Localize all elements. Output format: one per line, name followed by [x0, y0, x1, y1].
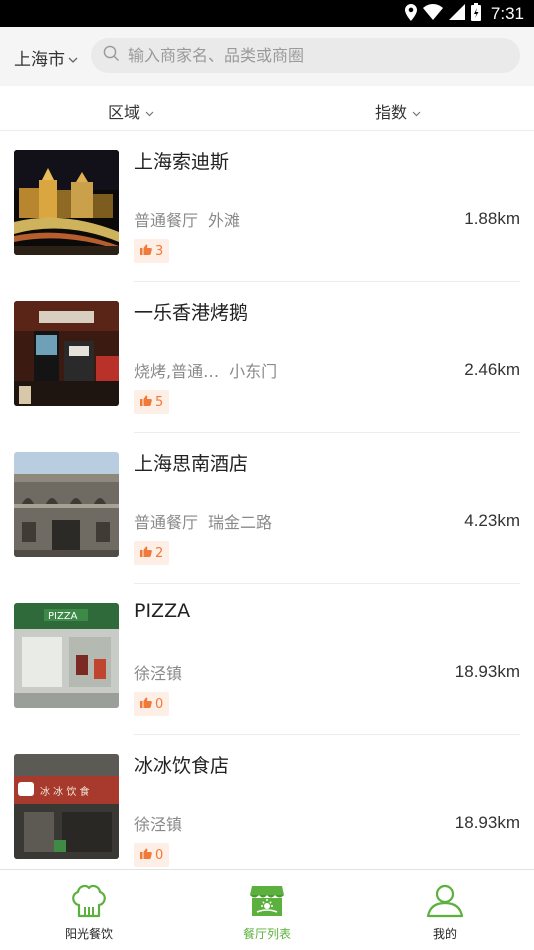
like-count: 2 — [155, 545, 164, 561]
restaurant-name: PIZZA — [134, 600, 191, 622]
list-item[interactable]: 上海思南酒店 普通餐厅 瑞金二路 4.23km 2 — [0, 433, 534, 584]
list-item[interactable]: 一乐香港烤鹅 烧烤,普通… 小东门 2.46km 5 — [0, 282, 534, 433]
restaurant-area: 徐泾镇 — [134, 664, 183, 683]
list-item[interactable]: 上海索迪斯 普通餐厅 外滩 1.88km 3 — [0, 131, 534, 282]
filter-index-label: 指数 — [375, 103, 408, 122]
restaurant-category: 普通餐厅 — [134, 513, 199, 532]
restaurant-name: 冰冰饮食店 — [134, 755, 230, 777]
filter-index[interactable]: 指数 — [375, 99, 421, 123]
search-icon — [103, 45, 120, 66]
tab-sunshine-catering[interactable]: 阳光餐饮 — [0, 870, 178, 950]
tab-label: 阳光餐饮 — [64, 927, 113, 941]
status-bar: 7:31 — [0, 0, 534, 27]
restaurant-category: 烧烤,普通… — [134, 362, 220, 381]
chevron-down-icon — [145, 102, 154, 121]
restaurant-meta: 普通餐厅 瑞金二路 — [134, 509, 272, 533]
restaurant-category: 普通餐厅 — [134, 211, 199, 230]
restaurant-list: 上海索迪斯 普通餐厅 外滩 1.88km 3 一乐香港烤鹅 烧烤,普通… 小东门… — [0, 131, 534, 869]
restaurant-area: 小东门 — [229, 362, 278, 381]
wifi-icon — [422, 4, 443, 24]
thumbs-up-icon — [140, 697, 152, 712]
tab-label: 餐厅列表 — [242, 927, 291, 941]
svg-text:冰 冰 饮 食: 冰 冰 饮 食 — [40, 785, 90, 798]
list-item[interactable]: 冰 冰 饮 食 冰冰饮食店 徐泾镇 18.93km 0 — [0, 735, 534, 869]
restaurant-distance: 1.88km — [464, 209, 520, 228]
restaurant-photo — [14, 301, 119, 406]
search-box[interactable] — [91, 38, 520, 73]
like-count: 5 — [155, 394, 164, 410]
restaurant-area: 外滩 — [208, 211, 241, 230]
like-badge: 2 — [134, 541, 170, 565]
restaurant-distance: 18.93km — [454, 662, 520, 681]
restaurant-distance: 4.23km — [464, 511, 520, 530]
like-badge: 0 — [134, 692, 170, 716]
restaurant-meta: 徐泾镇 — [134, 660, 182, 684]
list-item[interactable]: PIZZA PIZZA 徐泾镇 18.93km 0 — [0, 584, 534, 735]
restaurant-name: 上海思南酒店 — [134, 453, 249, 475]
restaurant-photo — [14, 150, 119, 255]
like-count: 0 — [155, 847, 164, 863]
restaurant-meta: 徐泾镇 — [134, 811, 182, 835]
restaurant-name: 上海索迪斯 — [134, 151, 230, 173]
chevron-down-icon — [412, 102, 421, 121]
restaurant-distance: 2.46km — [464, 360, 520, 379]
like-count: 0 — [155, 696, 164, 712]
restaurant-distance: 18.93km — [454, 813, 520, 832]
city-label: 上海市 — [14, 50, 65, 70]
filter-region-label: 区域 — [108, 103, 141, 122]
tab-restaurant-list[interactable]: 餐厅列表 — [178, 870, 356, 950]
like-badge: 5 — [134, 390, 170, 414]
user-icon — [426, 883, 464, 923]
search-input[interactable] — [128, 46, 508, 65]
restaurant-meta: 烧烤,普通… 小东门 — [134, 358, 277, 382]
location-icon — [404, 3, 417, 25]
signal-icon — [448, 4, 465, 24]
restaurant-photo: 冰 冰 饮 食 — [14, 754, 119, 859]
battery-icon — [470, 3, 481, 25]
svg-text:PIZZA: PIZZA — [48, 611, 78, 622]
thumbs-up-icon — [140, 546, 152, 561]
like-count: 3 — [155, 243, 164, 259]
restaurant-meta: 普通餐厅 外滩 — [134, 207, 240, 231]
restaurant-photo — [14, 452, 119, 557]
like-badge: 0 — [134, 843, 170, 867]
storefront-icon — [249, 883, 285, 923]
filter-region[interactable]: 区域 — [108, 99, 154, 123]
chevron-down-icon — [68, 48, 78, 68]
like-badge: 3 — [134, 239, 170, 263]
filter-bar: 区域 指数 — [0, 86, 534, 131]
chef-hat-icon — [69, 883, 109, 923]
restaurant-area: 徐泾镇 — [134, 815, 183, 834]
bottom-tab-bar: 阳光餐饮 餐厅列表 我的 — [0, 869, 534, 950]
restaurant-photo: PIZZA — [14, 603, 119, 708]
restaurant-name: 一乐香港烤鹅 — [134, 302, 249, 324]
tab-profile[interactable]: 我的 — [356, 870, 534, 950]
thumbs-up-icon — [140, 244, 152, 259]
tab-label: 我的 — [432, 927, 457, 941]
status-icons: 7:31 — [404, 3, 524, 25]
city-selector[interactable]: 上海市 — [14, 45, 78, 70]
thumbs-up-icon — [140, 395, 152, 410]
status-time: 7:31 — [490, 4, 524, 23]
top-bar: 上海市 — [0, 27, 534, 86]
restaurant-area: 瑞金二路 — [208, 513, 273, 532]
thumbs-up-icon — [140, 848, 152, 863]
